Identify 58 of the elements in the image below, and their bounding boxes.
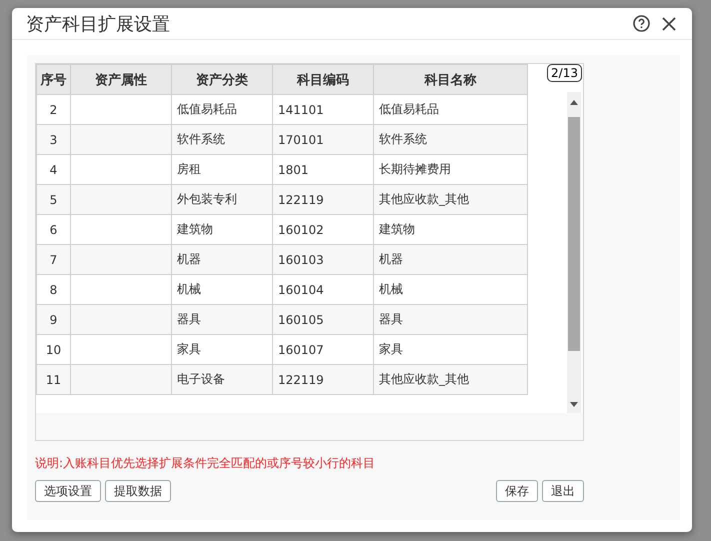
page-indicator: 2/13 [547,64,582,82]
table-cell: 170101 [272,124,374,154]
table-cell: 160107 [272,334,374,364]
scroll-up-icon[interactable] [570,100,578,105]
table-cell: 4 [36,154,70,184]
table-cell: 3 [36,124,70,154]
table-cell: 1801 [272,154,374,184]
table-cell: 低值易耗品 [172,94,272,124]
table-cell: 家具 [172,334,272,364]
table-cell: 10 [36,334,70,364]
scroll-down-icon[interactable] [570,402,578,407]
table-cell: 机器 [374,244,528,274]
table-cell: 122119 [272,184,374,214]
scroll-thumb[interactable] [568,117,580,351]
column-header: 科目编码 [272,64,374,94]
table-cell: 160105 [272,304,374,334]
table-cell: 器具 [374,304,528,334]
table-cell: 软件系统 [374,124,528,154]
table-cell: 122119 [272,364,374,394]
column-header: 序号 [36,64,70,94]
table-cell: 160102 [272,214,374,244]
table-cell: 外包装专利 [172,184,272,214]
table-cell: 机器 [172,244,272,274]
column-header: 资产分类 [172,64,272,94]
table-cell: 其他应收款_其他 [374,184,528,214]
table-cell: 长期待摊费用 [374,154,528,184]
table-cell: 5 [36,184,70,214]
column-header: 资产属性 [70,64,172,94]
table-cell: 家具 [374,334,528,364]
table-cell: 软件系统 [172,124,272,154]
table-cell: 8 [36,274,70,304]
table-cell: 机械 [172,274,272,304]
table-cell: 房租 [172,154,272,184]
scrollbar[interactable] [567,92,581,413]
table-cell: 电子设备 [172,364,272,394]
table-cell: 160104 [272,274,374,304]
table-cell: 机械 [374,274,528,304]
table-cell: 低值易耗品 [374,94,528,124]
table-cell: 建筑物 [374,214,528,244]
close-icon[interactable] [660,14,678,32]
table-cell: 9 [36,304,70,334]
action-button[interactable]: 保存 [496,480,538,502]
table-cell: 141101 [272,94,374,124]
table-cell: 7 [36,244,70,274]
action-button[interactable]: 提取数据 [105,480,171,502]
table-cell: 11 [36,364,70,394]
table-cell: 6 [36,214,70,244]
action-button[interactable]: 选项设置 [35,480,101,502]
table-cell: 器具 [172,304,272,334]
table-cell: 2 [36,94,70,124]
column-header: 科目名称 [374,64,528,94]
action-button[interactable]: 退出 [542,480,584,502]
table-cell: 160103 [272,244,374,274]
dialog-title: 资产科目扩展设置 [26,12,171,36]
table-cell: 其他应收款_其他 [374,364,528,394]
help-icon[interactable] [632,14,650,32]
table-cell: 建筑物 [172,214,272,244]
note-text: 说明:入账科目优先选择扩展条件完全匹配的或序号较小行的科目 [35,455,376,472]
